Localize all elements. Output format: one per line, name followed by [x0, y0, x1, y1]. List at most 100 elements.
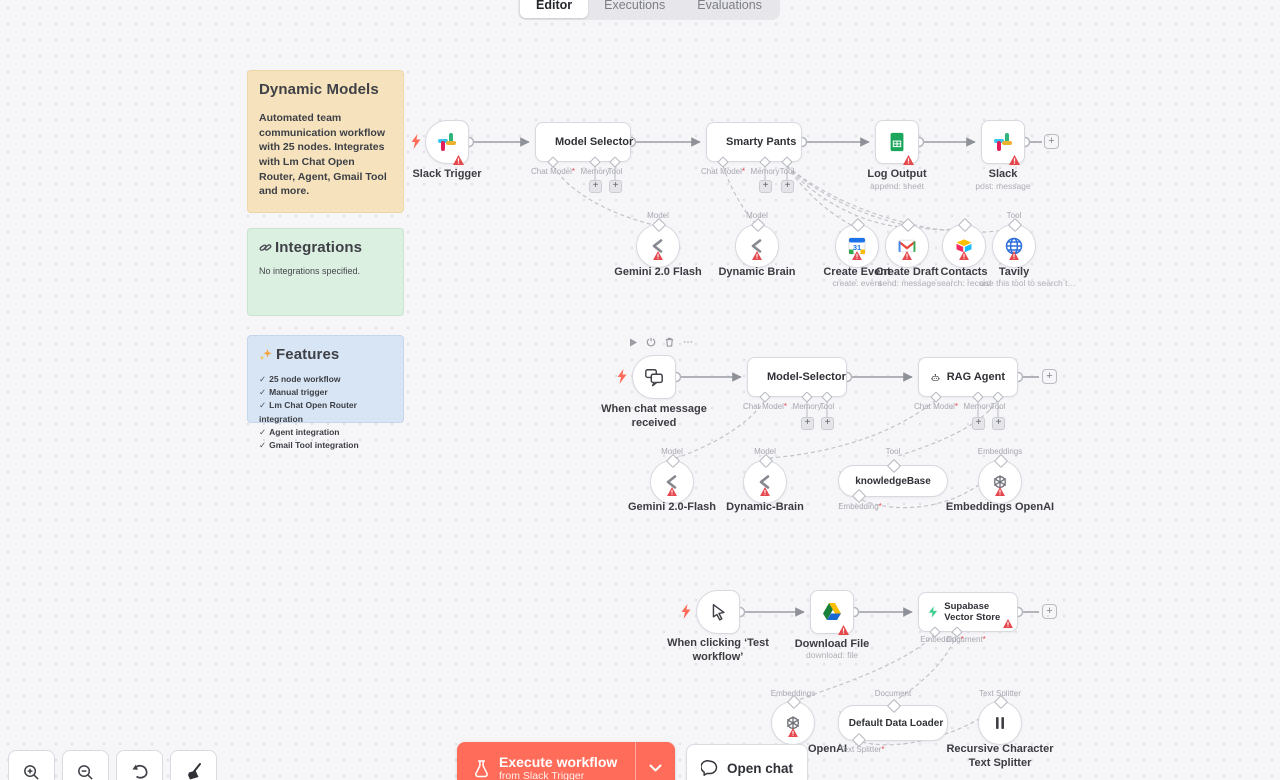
node-gemini-20-flash[interactable] — [636, 224, 680, 268]
add-memory-button[interactable]: + — [801, 417, 814, 430]
open-chat-label: Open chat — [727, 761, 793, 776]
sticky-note-dynamic-models[interactable]: Dynamic Models Automated team communicat… — [247, 70, 404, 213]
node-label: Download File — [795, 638, 870, 650]
feature-item: ✓25 node workflow — [259, 373, 392, 386]
node-contacts[interactable] — [942, 224, 986, 268]
warning-icon — [788, 728, 798, 737]
node-title: Supabase Vector Store — [944, 601, 1009, 624]
port-label: Chat Model* — [531, 167, 575, 176]
tab-executions[interactable]: Executions — [588, 0, 681, 18]
node-recursive-splitter[interactable] — [978, 701, 1022, 745]
node-label: Gemini 2.0-Flash — [628, 501, 716, 513]
add-tool-button[interactable]: + — [821, 417, 834, 430]
execute-workflow-button[interactable]: Execute workflow from Slack Trigger — [457, 742, 675, 780]
port-label: Memory — [793, 402, 822, 411]
broom-icon — [184, 762, 204, 780]
port-label: Memory — [751, 167, 780, 176]
add-node-button[interactable]: + — [1042, 604, 1057, 619]
port-label: Tool — [991, 402, 1006, 411]
node-title: Smarty Pants — [726, 136, 796, 148]
sticky-body: Automated team communication workflow wi… — [259, 111, 392, 199]
node-model-selector[interactable]: Model Selector — [535, 122, 631, 162]
add-memory-button[interactable]: + — [759, 180, 772, 193]
node-label: When chat message received — [592, 403, 716, 431]
warning-icon — [1009, 155, 1020, 165]
undo-icon — [130, 763, 150, 780]
sticky-title: Dynamic Models — [259, 81, 392, 98]
node-tavily[interactable] — [992, 224, 1036, 268]
warning-icon — [903, 155, 914, 165]
warning-icon — [667, 487, 677, 496]
node-gemini-20-flash-2[interactable] — [650, 460, 694, 504]
add-node-button[interactable]: + — [1044, 134, 1059, 149]
node-label: Create Draft — [876, 266, 939, 278]
play-icon[interactable] — [629, 338, 637, 347]
port-label: Chat Model* — [701, 167, 745, 176]
add-memory-button[interactable]: + — [589, 180, 602, 193]
robot-agent-icon — [931, 369, 940, 386]
node-dynamic-brain-2[interactable] — [743, 460, 787, 504]
slack-icon — [991, 130, 1015, 154]
sticky-body: No integrations specified. — [259, 266, 392, 276]
tidy-up-button[interactable] — [170, 750, 217, 780]
node-subtitle: append: sheet — [870, 181, 924, 191]
port-label: Memory — [581, 167, 610, 176]
power-icon[interactable] — [646, 337, 656, 347]
node-create-draft[interactable] — [885, 224, 929, 268]
open-chat-button[interactable]: Open chat — [686, 744, 808, 780]
more-options-icon[interactable] — [683, 340, 693, 344]
google-drive-icon — [820, 601, 844, 623]
add-memory-button[interactable]: + — [972, 417, 985, 430]
zoom-out-button[interactable] — [62, 750, 109, 780]
node-embeddings-openai-2[interactable] — [771, 701, 815, 745]
port-label: Embedding* — [838, 502, 882, 511]
node-rag-agent[interactable]: RAG Agent — [918, 357, 1018, 397]
node-title: Default Data Loader — [849, 718, 943, 729]
link-icon — [259, 241, 272, 254]
undo-button[interactable] — [116, 750, 163, 780]
execute-options-button[interactable] — [635, 742, 675, 780]
port-label: Chat Model* — [743, 402, 787, 411]
node-chat-trigger[interactable] — [632, 355, 676, 399]
warning-icon — [902, 251, 912, 260]
node-label: Tavily — [999, 266, 1029, 278]
node-label: Contacts — [940, 266, 987, 278]
port-label: Tool — [780, 167, 795, 176]
node-subtitle: post: message — [975, 181, 1030, 191]
trash-icon[interactable] — [665, 337, 674, 347]
node-model-selector-2[interactable]: Model-Selector — [747, 357, 847, 397]
node-label: Log Output — [867, 168, 926, 180]
google-sheets-icon — [886, 131, 908, 153]
sticky-title: Integrations — [275, 239, 362, 256]
sticky-note-features[interactable]: Features ✓25 node workflow ✓Manual trigg… — [247, 335, 404, 423]
zoom-in-button[interactable] — [8, 750, 55, 780]
node-hover-toolbar — [629, 337, 693, 347]
warning-icon — [959, 251, 969, 260]
node-dynamic-brain[interactable] — [735, 224, 779, 268]
node-title: Model-Selector — [767, 371, 846, 383]
node-embeddings-openai[interactable] — [978, 460, 1022, 504]
tab-evaluations[interactable]: Evaluations — [681, 0, 778, 18]
port-label: Tool — [886, 447, 901, 456]
sticky-note-integrations[interactable]: Integrations No integrations specified. — [247, 228, 404, 316]
trigger-bolt-icon — [411, 134, 421, 149]
sticky-title: Features — [276, 346, 339, 363]
node-label: When clicking ‘Test workflow’ — [659, 637, 777, 665]
add-tool-button[interactable]: + — [609, 180, 622, 193]
node-manual-trigger[interactable] — [696, 590, 740, 634]
trigger-bolt-icon — [681, 604, 691, 619]
tab-editor[interactable]: Editor — [520, 0, 588, 18]
add-node-button[interactable]: + — [1042, 369, 1057, 384]
node-subtitle: use this tool to search t… — [980, 278, 1076, 288]
add-tool-button[interactable]: + — [992, 417, 1005, 430]
node-knowledge-base[interactable]: knowledgeBase — [838, 465, 948, 497]
add-tool-button[interactable]: + — [781, 180, 794, 193]
node-default-data-loader[interactable]: Default Data Loader — [838, 705, 948, 741]
feature-item: ✓Lm Chat Open Router integration — [259, 399, 392, 425]
slack-icon — [435, 130, 459, 154]
node-label: Slack — [989, 168, 1018, 180]
execute-title: Execute workflow — [499, 754, 617, 770]
node-create-event[interactable]: 31 — [835, 224, 879, 268]
warning-icon — [453, 155, 464, 165]
sparkles-icon — [259, 348, 273, 361]
